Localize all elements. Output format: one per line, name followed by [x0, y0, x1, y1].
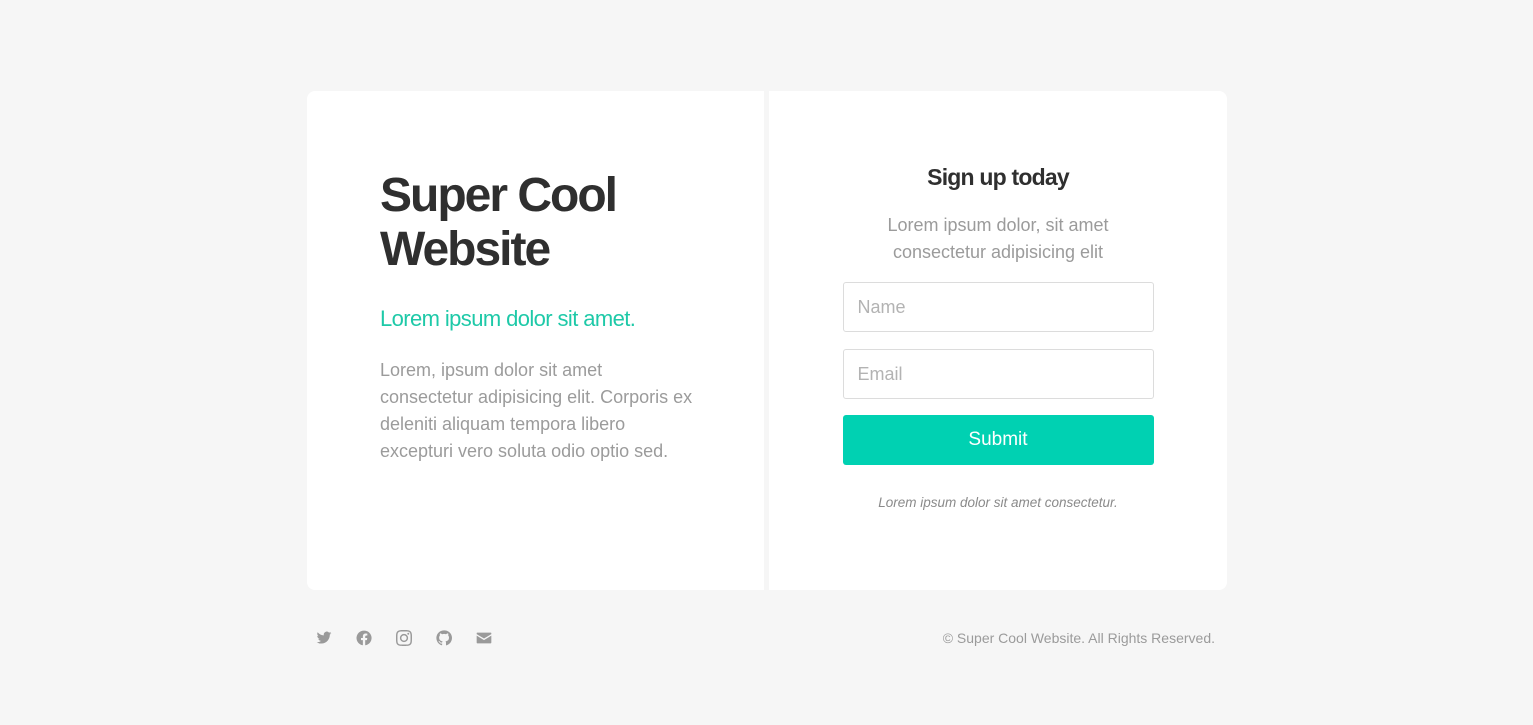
site-title: Super Cool Website — [380, 169, 618, 276]
tagline: Lorem ipsum dolor sit amet. — [380, 306, 636, 331]
social-links — [307, 629, 493, 647]
hero-description: Lorem, ipsum dolor sit amet consectetur … — [380, 360, 693, 461]
signup-panel: Sign up today Lorem ipsum dolor, sit ame… — [769, 91, 1227, 590]
instagram-icon[interactable] — [395, 629, 413, 647]
signup-subheading: Lorem ipsum dolor, sit amet consectetur … — [887, 215, 1109, 262]
name-input[interactable] — [842, 282, 1154, 332]
signup-form: Submit — [842, 266, 1154, 465]
github-icon[interactable] — [435, 629, 453, 647]
submit-button[interactable]: Submit — [842, 415, 1154, 465]
email-input[interactable] — [842, 349, 1154, 399]
signup-card: Super Cool Website Lorem ipsum dolor sit… — [307, 91, 1227, 590]
envelope-icon[interactable] — [475, 629, 493, 647]
copyright-text: © Super Cool Website. All Rights Reserve… — [942, 630, 1215, 646]
signup-heading: Sign up today — [927, 164, 1069, 190]
signup-disclaimer: Lorem ipsum dolor sit amet consectetur. — [878, 495, 1118, 510]
facebook-icon[interactable] — [355, 629, 373, 647]
footer: © Super Cool Website. All Rights Reserve… — [307, 626, 1215, 650]
hero-panel: Super Cool Website Lorem ipsum dolor sit… — [307, 91, 764, 590]
twitter-icon[interactable] — [315, 629, 333, 647]
